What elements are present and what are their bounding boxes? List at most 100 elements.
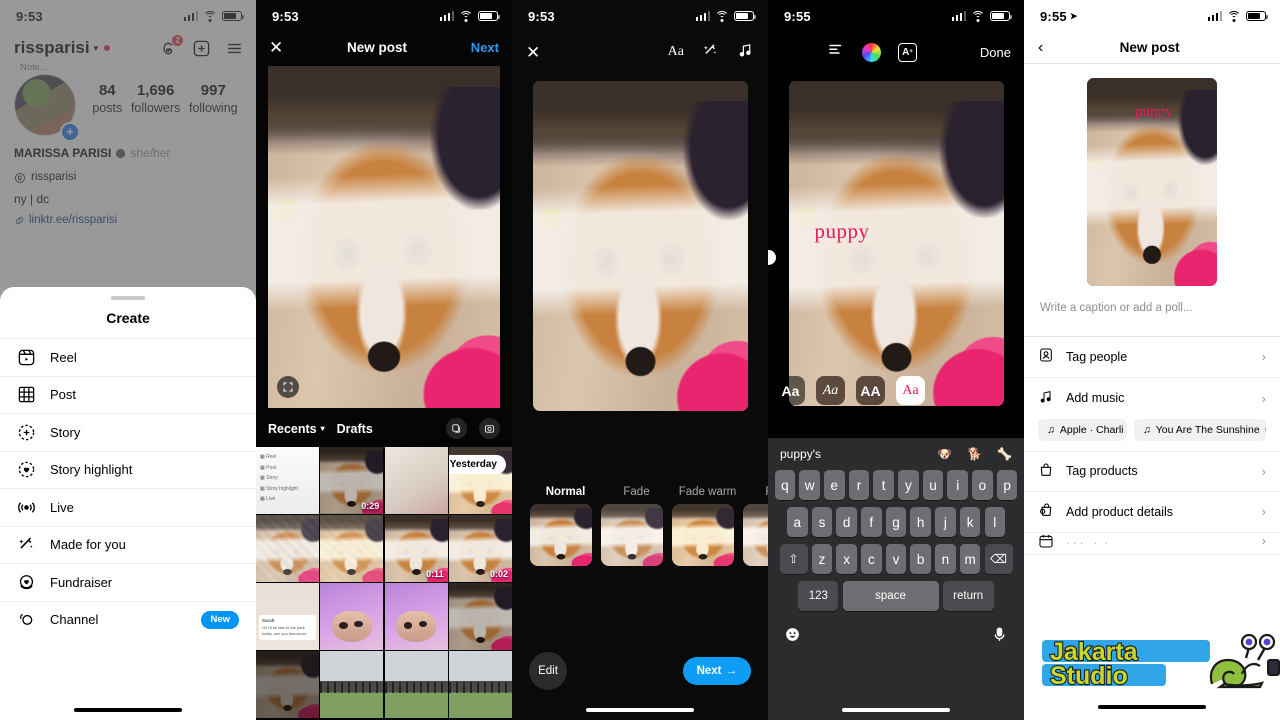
key-i[interactable]: i <box>947 470 968 500</box>
media-cell[interactable] <box>320 515 384 582</box>
key-e[interactable]: e <box>824 470 845 500</box>
selected-photo-preview[interactable] <box>268 66 500 408</box>
filter-label[interactable]: Normal <box>530 486 601 498</box>
text-effects-icon[interactable]: A + <box>897 42 917 62</box>
key-n[interactable]: n <box>935 544 956 574</box>
microphone-icon[interactable] <box>991 626 1008 648</box>
key-p[interactable]: p <box>996 470 1018 500</box>
caption-input[interactable]: Write a caption or add a poll... <box>1024 286 1280 314</box>
key-a[interactable]: a <box>787 507 808 537</box>
create-item-post[interactable]: Post <box>0 375 256 414</box>
font-option-3[interactable]: AA <box>856 376 885 405</box>
suggestion-word[interactable]: puppy's <box>780 447 821 461</box>
key-y[interactable]: y <box>898 470 919 500</box>
numbers-key[interactable]: 123 <box>798 581 839 611</box>
option-partially-visible[interactable]: . . . . . › <box>1024 533 1280 555</box>
create-item-fundraiser[interactable]: Fundraiser <box>0 563 256 601</box>
drafts-button[interactable]: Drafts <box>337 422 373 436</box>
filter-thumb-fade[interactable] <box>601 504 663 566</box>
media-cell[interactable] <box>449 651 512 719</box>
filter-thumb-normal[interactable] <box>530 504 592 566</box>
key-v[interactable]: v <box>885 544 907 574</box>
expand-icon[interactable] <box>277 376 299 398</box>
key-k[interactable]: k <box>959 507 981 537</box>
option-tag-products[interactable]: Tag products › <box>1024 450 1280 492</box>
text-align-icon[interactable] <box>827 41 845 64</box>
key-f[interactable]: f <box>861 507 882 537</box>
key-u[interactable]: u <box>922 470 944 500</box>
magic-wand-icon[interactable] <box>702 42 719 62</box>
media-cell[interactable] <box>384 651 448 719</box>
key-o[interactable]: o <box>972 470 993 500</box>
filter-label[interactable]: Fade <box>601 486 672 498</box>
create-item-live[interactable]: Live <box>0 488 256 526</box>
next-button[interactable]: Next <box>471 40 499 55</box>
key-s[interactable]: s <box>811 507 833 537</box>
option-add-product-details[interactable]: Add product details › <box>1024 492 1280 533</box>
media-cell[interactable] <box>320 583 384 650</box>
key-j[interactable]: j <box>935 507 956 537</box>
key-d[interactable]: d <box>836 507 857 537</box>
create-item-story[interactable]: Story <box>0 413 256 451</box>
media-cell[interactable] <box>320 651 384 719</box>
media-cell[interactable] <box>256 515 319 582</box>
text-tool-icon[interactable]: Aa <box>668 44 684 60</box>
color-wheel-icon[interactable] <box>861 42 881 62</box>
media-cell[interactable] <box>384 447 448 514</box>
key-b[interactable]: b <box>910 544 931 574</box>
media-cell[interactable] <box>449 583 512 650</box>
emoji-suggestion-1[interactable]: 🐶 <box>937 447 952 461</box>
overlay-text[interactable]: puppy <box>815 219 870 244</box>
create-item-reel[interactable]: Reel <box>0 338 256 376</box>
space-key[interactable]: space <box>842 581 939 611</box>
key-l[interactable]: l <box>984 507 1005 537</box>
key-m[interactable]: m <box>959 544 981 574</box>
key-c[interactable]: c <box>861 544 882 574</box>
post-thumbnail[interactable]: puppy <box>1087 78 1217 286</box>
media-cell[interactable]: Sarah Hi! I'll be late to the park today,… <box>256 583 319 650</box>
media-cell[interactable]: 0:02 <box>449 515 512 582</box>
close-icon[interactable]: ✕ <box>526 44 540 61</box>
option-add-music[interactable]: Add music › <box>1024 378 1280 419</box>
media-cell[interactable] <box>256 651 319 719</box>
filter-label[interactable]: Fade <box>743 486 768 498</box>
media-cell[interactable]: Yesterday <box>449 447 512 514</box>
media-cell[interactable] <box>384 583 448 650</box>
key-t[interactable]: t <box>873 470 894 500</box>
option-tag-people[interactable]: Tag people › <box>1024 337 1280 378</box>
album-selector[interactable]: Recents ▾ <box>268 422 325 436</box>
emoji-icon[interactable] <box>784 626 801 648</box>
media-cell[interactable]: ▦ Reel ▦ Post ▦ Story ▦ Story highlight ▦ Li… <box>256 447 319 514</box>
backspace-key[interactable]: ⌫ <box>984 544 1013 574</box>
create-item-story-highlight[interactable]: Story highlight <box>0 450 256 489</box>
media-cell[interactable]: 0:11 <box>384 515 448 582</box>
font-option-4-selected[interactable]: Aa <box>896 376 925 405</box>
font-option-1[interactable]: Aa <box>776 376 805 405</box>
edit-button[interactable]: Edit <box>529 652 567 690</box>
music-chip[interactable]: ♫ You Are The Sunshine Of M... <box>1133 418 1266 441</box>
photo-canvas[interactable]: puppy <box>788 81 1004 406</box>
return-key[interactable]: return <box>942 581 994 611</box>
music-chip[interactable]: ♫ Apple · Charli xcx <box>1038 418 1127 441</box>
font-option-2[interactable]: Aa <box>816 376 845 405</box>
key-q[interactable]: q <box>774 470 796 500</box>
create-item-channel[interactable]: Channel New <box>0 600 256 639</box>
camera-icon[interactable] <box>479 418 500 439</box>
key-x[interactable]: x <box>836 544 857 574</box>
filter-thumb-fade-warm[interactable] <box>672 504 734 566</box>
key-z[interactable]: z <box>811 544 833 574</box>
emoji-suggestion-2[interactable]: 🐕 <box>967 447 982 461</box>
shift-key[interactable]: ⇧ <box>779 544 808 574</box>
filter-thumb-fade-2[interactable] <box>743 504 768 566</box>
key-w[interactable]: w <box>799 470 820 500</box>
key-h[interactable]: h <box>910 507 931 537</box>
key-g[interactable]: g <box>885 507 907 537</box>
multi-select-icon[interactable] <box>446 418 467 439</box>
photo-preview[interactable] <box>532 81 748 411</box>
next-button[interactable]: Next → <box>682 657 751 685</box>
close-icon[interactable]: ✕ <box>269 39 283 56</box>
key-r[interactable]: r <box>848 470 870 500</box>
media-cell[interactable]: 0:29 <box>320 447 384 514</box>
create-item-made-for-you[interactable]: Made for you <box>0 525 256 564</box>
done-button[interactable]: Done <box>980 45 1011 60</box>
